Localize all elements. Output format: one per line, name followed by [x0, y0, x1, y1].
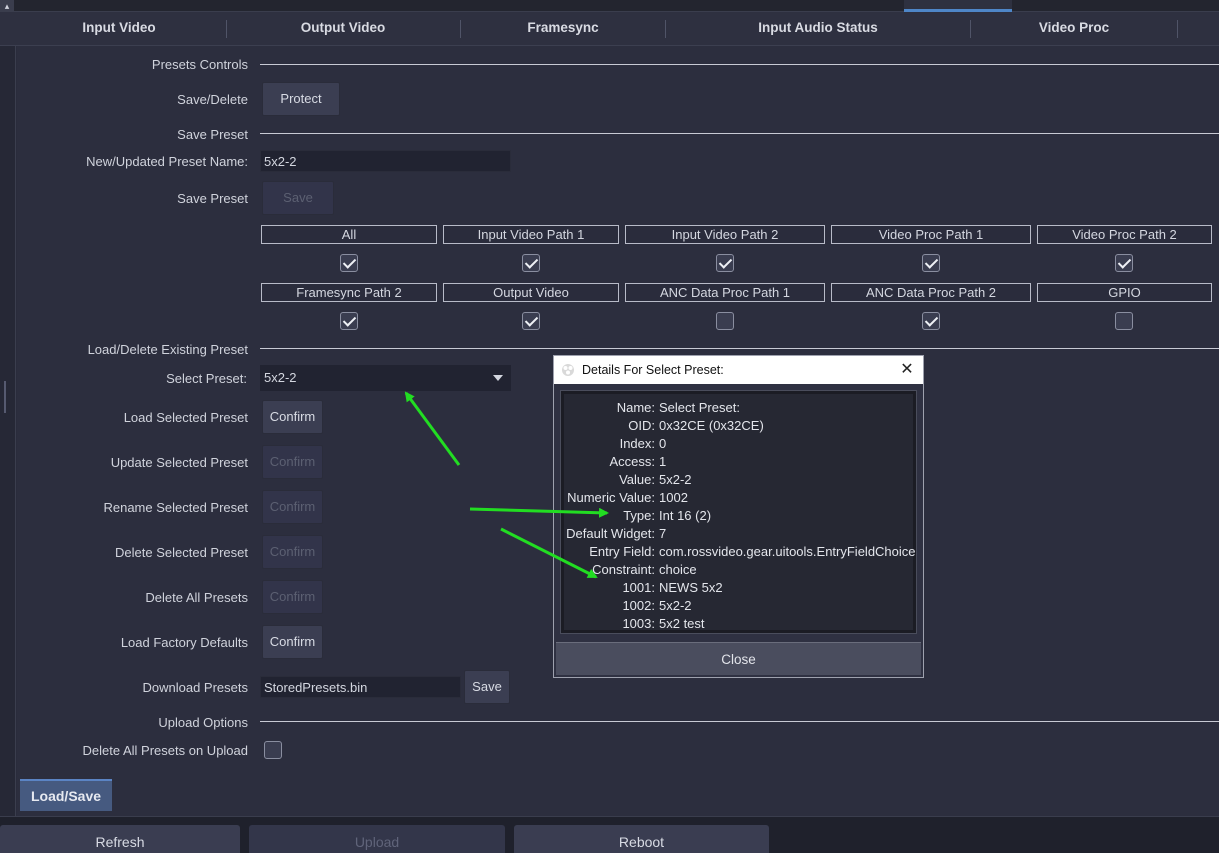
tab-divider: [970, 20, 971, 38]
select-preset-dropdown[interactable]: 5x2-2: [260, 365, 511, 391]
dialog-details-box: Name: Select Preset: OID: 0x32CE (0x32CE) …: [560, 390, 917, 634]
detail-row: Numeric Value: 1002: [567, 490, 688, 505]
section-divider: [260, 64, 1219, 65]
load-factory-defaults-confirm-button[interactable]: Confirm: [262, 625, 323, 659]
details-list: Name: Select Preset: OID: 0x32CE (0x32CE) …: [564, 394, 916, 631]
checkbox-all[interactable]: [340, 254, 358, 272]
section-divider: [260, 348, 1219, 349]
detail-row: OID: 0x32CE (0x32CE): [628, 418, 764, 433]
left-rail: [0, 46, 16, 816]
details-dialog: Details For Select Preset: ✕ Name: Select…: [553, 355, 924, 678]
section-presets-controls: Presets Controls: [151, 57, 248, 72]
detail-row: Constraint: choice: [592, 562, 697, 577]
save-preset-label: Save Preset: [177, 191, 248, 206]
select-preset-value: 5x2-2: [264, 370, 297, 385]
detail-row: Value: 5x2-2: [619, 472, 692, 487]
checkbox-input-video-1[interactable]: [522, 254, 540, 272]
checkbox-anc-data-1[interactable]: [716, 312, 734, 330]
detail-row: Entry Field: com.rossvideo.gear.uitools.E…: [589, 544, 916, 559]
tab-output-video[interactable]: Output Video: [228, 12, 458, 46]
delete-all-confirm-button[interactable]: Confirm: [262, 580, 323, 614]
dialog-title: Details For Select Preset:: [582, 363, 724, 377]
tab-bar: Input Video Output Video Framesync Input…: [0, 12, 1219, 46]
tab-video-proc[interactable]: Video Proc: [972, 12, 1176, 46]
path-chip-video-proc-1: Video Proc Path 1: [831, 225, 1031, 244]
tab-load-save[interactable]: Load/Save: [20, 779, 112, 811]
dialog-close-button[interactable]: Close: [556, 642, 921, 675]
select-preset-label: Select Preset:: [166, 371, 247, 386]
tab-divider: [1177, 20, 1178, 38]
load-factory-defaults-label: Load Factory Defaults: [120, 635, 248, 650]
checkbox-anc-data-2[interactable]: [922, 312, 940, 330]
download-save-button[interactable]: Save: [464, 670, 510, 704]
delete-all-on-upload-checkbox[interactable]: [264, 741, 282, 759]
preset-name-label: New/Updated Preset Name:: [86, 154, 248, 169]
path-chip-video-proc-2: Video Proc Path 2: [1037, 225, 1212, 244]
rename-selected-confirm-button[interactable]: Confirm: [262, 490, 323, 524]
tab-divider: [460, 20, 461, 38]
delete-all-on-upload-label: Delete All Presets on Upload: [82, 743, 248, 758]
close-icon[interactable]: ✕: [897, 360, 917, 380]
detail-row: Access: 1: [609, 454, 667, 469]
load-selected-confirm-button[interactable]: Confirm: [262, 400, 323, 434]
checkbox-framesync-2[interactable]: [340, 312, 358, 330]
section-save-preset: Save Preset: [177, 127, 248, 142]
download-presets-label: Download Presets: [142, 680, 249, 695]
preset-name-input[interactable]: 5x2-2: [260, 150, 511, 172]
upload-button[interactable]: Upload: [249, 825, 505, 853]
download-filename-input[interactable]: StoredPresets.bin: [260, 676, 461, 698]
selected-top-tab[interactable]: [904, 0, 1012, 12]
section-divider: [260, 133, 1219, 134]
detail-row: 1003: 5x2 test: [622, 616, 705, 631]
rail-handle[interactable]: [4, 381, 6, 413]
detail-row: 1001: NEWS 5x2: [622, 580, 723, 595]
checkbox-input-video-2[interactable]: [716, 254, 734, 272]
section-divider: [260, 721, 1219, 722]
delete-selected-confirm-button[interactable]: Confirm: [262, 535, 323, 569]
path-chip-anc-data-1: ANC Data Proc Path 1: [625, 283, 825, 302]
detail-row: Default Widget: 7: [566, 526, 667, 541]
path-chip-all: All: [261, 225, 437, 244]
reboot-button[interactable]: Reboot: [514, 825, 769, 853]
section-upload-options: Upload Options: [158, 715, 248, 730]
detail-row: Type: Int 16 (2): [623, 508, 712, 523]
rename-selected-label: Rename Selected Preset: [103, 500, 248, 515]
delete-all-label: Delete All Presets: [145, 590, 248, 605]
app-icon: [562, 364, 574, 376]
top-tab-strip: ▴: [0, 0, 1219, 12]
chevron-up-icon[interactable]: ▴: [0, 0, 14, 12]
load-selected-label: Load Selected Preset: [123, 410, 248, 425]
path-chip-framesync-2: Framesync Path 2: [261, 283, 437, 302]
path-chip-input-video-2: Input Video Path 2: [625, 225, 825, 244]
detail-row: Name: Select Preset:: [616, 400, 740, 415]
status-bar: Refresh Upload Reboot: [0, 816, 1219, 853]
checkbox-output-video[interactable]: [522, 312, 540, 330]
refresh-button[interactable]: Refresh: [0, 825, 240, 853]
protect-button[interactable]: Protect: [262, 82, 340, 116]
path-chip-gpio: GPIO: [1037, 283, 1212, 302]
path-chip-input-video-1: Input Video Path 1: [443, 225, 619, 244]
path-chip-anc-data-2: ANC Data Proc Path 2: [831, 283, 1031, 302]
section-load-delete: Load/Delete Existing Preset: [87, 342, 248, 357]
save-delete-label: Save/Delete: [177, 92, 248, 107]
tab-divider: [226, 20, 227, 38]
delete-selected-label: Delete Selected Preset: [115, 545, 248, 560]
detail-row: 1002: 5x2-2: [622, 598, 692, 613]
tab-framesync[interactable]: Framesync: [462, 12, 664, 46]
detail-row: Index: 0: [619, 436, 667, 451]
update-selected-label: Update Selected Preset: [110, 455, 248, 470]
tab-input-video[interactable]: Input Video: [14, 12, 224, 46]
chevron-down-icon: [493, 375, 503, 381]
path-chip-output-video: Output Video: [443, 283, 619, 302]
update-selected-confirm-button[interactable]: Confirm: [262, 445, 323, 479]
checkbox-video-proc-2[interactable]: [1115, 254, 1133, 272]
tab-input-audio-status[interactable]: Input Audio Status: [667, 12, 969, 46]
tab-divider: [665, 20, 666, 38]
checkbox-video-proc-1[interactable]: [922, 254, 940, 272]
save-preset-button[interactable]: Save: [262, 181, 334, 215]
dialog-titlebar[interactable]: Details For Select Preset: ✕: [554, 356, 923, 384]
checkbox-gpio[interactable]: [1115, 312, 1133, 330]
